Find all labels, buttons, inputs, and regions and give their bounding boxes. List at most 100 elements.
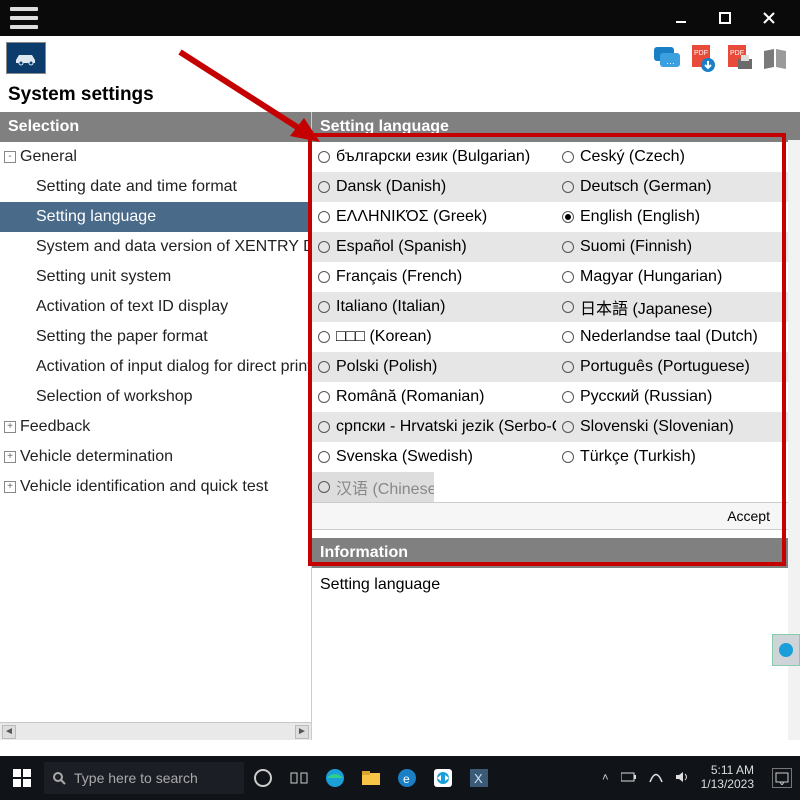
radio-icon: [562, 241, 574, 253]
language-option[interactable]: 汉语 (Chinese): [312, 472, 434, 502]
collapse-icon[interactable]: -: [4, 151, 16, 163]
tree-item-label: Setting date and time format: [36, 178, 237, 196]
radio-icon: [562, 421, 574, 433]
tray-battery-icon[interactable]: [621, 772, 637, 785]
cortana-icon[interactable]: [252, 767, 274, 789]
language-option[interactable]: Magyar (Hungarian): [556, 262, 800, 292]
notifications-icon[interactable]: [772, 768, 792, 788]
language-label: Türkçe (Turkish): [580, 448, 696, 466]
language-option[interactable]: ΕΛΛΗΝΙΚΌΣ (Greek): [312, 202, 556, 232]
language-option[interactable]: Polski (Polish): [312, 352, 556, 382]
language-option[interactable]: Français (French): [312, 262, 556, 292]
taskbar-clock[interactable]: 5:11 AM 1/13/2023: [701, 764, 754, 792]
tree-item[interactable]: Setting unit system: [0, 262, 311, 292]
tree-item[interactable]: Activation of text ID display: [0, 292, 311, 322]
tree-item[interactable]: Activation of input dialog for direct pr…: [0, 352, 311, 382]
taskview-icon[interactable]: [288, 767, 310, 789]
hamburger-icon[interactable]: [10, 7, 38, 29]
radio-icon: [318, 391, 330, 403]
tree-item-label: Setting the paper format: [36, 328, 208, 346]
expand-icon[interactable]: +: [4, 481, 16, 493]
language-option[interactable]: Русский (Russian): [556, 382, 800, 412]
radio-icon: [318, 211, 330, 223]
language-option[interactable]: Nederlandse taal (Dutch): [556, 322, 800, 352]
language-option[interactable]: српски - Hrvatski jezik (Serbo-C...: [312, 412, 556, 442]
tree-item[interactable]: +Vehicle identification and quick test: [0, 472, 311, 502]
teamviewer-badge[interactable]: [772, 634, 800, 666]
pdf-print-icon[interactable]: PDF: [724, 43, 754, 73]
book-icon[interactable]: [760, 43, 790, 73]
search-icon: [52, 771, 66, 785]
language-label: English (English): [580, 208, 700, 226]
language-label: Nederlandse taal (Dutch): [580, 328, 758, 346]
tree-item[interactable]: System and data version of XENTRY Dia: [0, 232, 311, 262]
language-option[interactable]: Italiano (Italian): [312, 292, 556, 322]
pdf-down-icon[interactable]: PDF: [688, 43, 718, 73]
tray-volume-icon[interactable]: [675, 771, 689, 786]
close-icon[interactable]: [762, 11, 776, 25]
tree-item[interactable]: + Feedback: [0, 412, 311, 442]
language-label: Suomi (Finnish): [580, 238, 692, 256]
taskbar-search[interactable]: Type here to search: [44, 762, 244, 794]
language-option[interactable]: Ceský (Czech): [556, 142, 800, 172]
radio-icon: [562, 271, 574, 283]
tree-item[interactable]: Setting language: [0, 202, 311, 232]
tree-item[interactable]: Setting date and time format: [0, 172, 311, 202]
language-label: Español (Spanish): [336, 238, 467, 256]
maximize-icon[interactable]: [718, 11, 732, 25]
ie-icon[interactable]: e: [396, 767, 418, 789]
language-option[interactable]: български език (Bulgarian): [312, 142, 556, 172]
tree-item[interactable]: Selection of workshop: [0, 382, 311, 412]
explorer-icon[interactable]: [360, 767, 382, 789]
language-option[interactable]: Dansk (Danish): [312, 172, 556, 202]
tray-network-icon[interactable]: [649, 771, 663, 786]
left-hscroll[interactable]: ◄ ►: [0, 722, 311, 740]
tree-item[interactable]: Setting the paper format: [0, 322, 311, 352]
language-option[interactable]: Español (Spanish): [312, 232, 556, 262]
radio-icon: [318, 271, 330, 283]
language-grid: български език (Bulgarian)Ceský (Czech) D…: [312, 142, 800, 502]
page-title: System settings: [0, 76, 800, 112]
tree-item[interactable]: -General: [0, 142, 311, 172]
xentry-task-icon[interactable]: X: [468, 767, 490, 789]
tree-item-label: General: [20, 148, 77, 166]
language-option[interactable]: Română (Romanian): [312, 382, 556, 412]
accept-button[interactable]: Accept: [727, 508, 770, 524]
scroll-left-icon[interactable]: ◄: [2, 725, 16, 739]
edge-icon[interactable]: [324, 767, 346, 789]
search-placeholder: Type here to search: [74, 770, 198, 786]
clock-time: 5:11 AM: [701, 764, 754, 778]
language-label: Deutsch (German): [580, 178, 712, 196]
tree-item[interactable]: +Vehicle determination: [0, 442, 311, 472]
tree-item-label: Selection of workshop: [36, 388, 193, 406]
language-label: □□□ (Korean): [336, 328, 432, 346]
language-option[interactable]: □□□ (Korean): [312, 322, 556, 352]
language-option[interactable]: Deutsch (German): [556, 172, 800, 202]
language-option[interactable]: English (English): [556, 202, 800, 232]
expand-icon[interactable]: +: [4, 421, 16, 433]
language-label: Dansk (Danish): [336, 178, 446, 196]
language-option[interactable]: 日本語 (Japanese): [556, 292, 800, 322]
scroll-right-icon[interactable]: ►: [295, 725, 309, 739]
language-label: српски - Hrvatski jezik (Serbo-C...: [336, 418, 556, 436]
tree-item-label: Activation of text ID display: [36, 298, 228, 316]
language-option[interactable]: Suomi (Finnish): [556, 232, 800, 262]
expand-icon[interactable]: +: [4, 451, 16, 463]
language-option[interactable]: Slovenski (Slovenian): [556, 412, 800, 442]
tree-item-label: System and data version of XENTRY Dia: [36, 238, 311, 256]
app-surface: … PDF PDF System settings Selection -Gen…: [0, 36, 800, 756]
svg-text:X: X: [474, 771, 483, 786]
minimize-icon[interactable]: [674, 11, 688, 25]
start-button[interactable]: [0, 756, 44, 800]
tray-chevron-icon[interactable]: ˄: [602, 772, 608, 784]
language-option[interactable]: Türkçe (Turkish): [556, 442, 800, 472]
language-option[interactable]: Português (Portuguese): [556, 352, 800, 382]
vehicle-button[interactable]: [6, 42, 46, 74]
language-label: Polski (Polish): [336, 358, 437, 376]
teamviewer-task-icon[interactable]: [432, 767, 454, 789]
language-option[interactable]: Svenska (Swedish): [312, 442, 556, 472]
chat-icon[interactable]: …: [652, 43, 682, 73]
language-label: Français (French): [336, 268, 462, 286]
tree-item-label: Feedback: [20, 418, 90, 436]
tree-item-label: Activation of input dialog for direct pr…: [36, 358, 311, 376]
